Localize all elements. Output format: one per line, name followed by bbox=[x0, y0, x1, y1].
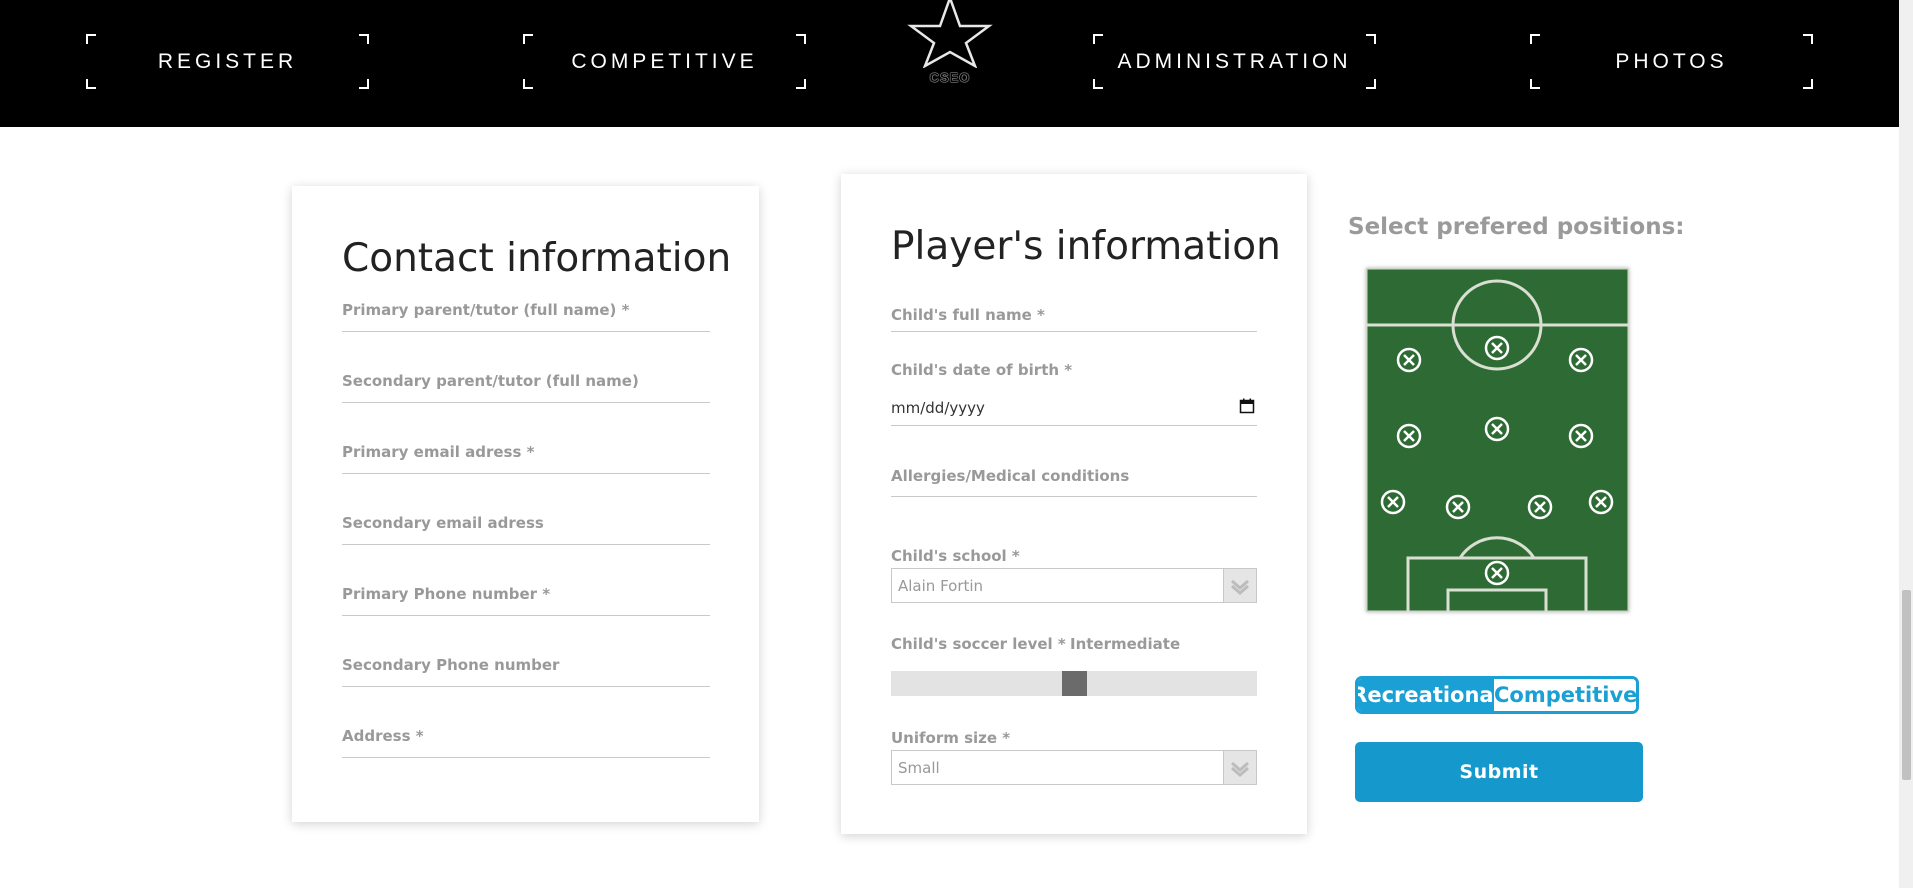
allergies-field[interactable]: Allergies/Medical conditions bbox=[891, 467, 1257, 497]
secondary-email-label: Secondary email adress bbox=[342, 514, 544, 532]
program-toggle[interactable]: Recreational Competitive bbox=[1355, 676, 1639, 714]
uniform-value: Small bbox=[898, 759, 940, 777]
star-icon bbox=[907, 0, 993, 68]
school-dropdown-arrow[interactable] bbox=[1223, 569, 1256, 602]
submit-button[interactable]: Submit bbox=[1355, 742, 1643, 802]
nav-photos[interactable]: PHOTOS bbox=[1530, 34, 1813, 89]
school-label: Child's school * bbox=[891, 547, 1020, 565]
address-field[interactable]: Address * bbox=[342, 727, 710, 758]
primary-parent-label: Primary parent/tutor (full name) * bbox=[342, 301, 630, 319]
toggle-competitive[interactable]: Competitive bbox=[1494, 679, 1636, 711]
player-card: Player's information Child's full name *… bbox=[841, 174, 1307, 834]
secondary-email-field[interactable]: Secondary email adress bbox=[342, 514, 710, 545]
dob-placeholder: mm/dd/yyyy bbox=[891, 399, 985, 417]
primary-email-label: Primary email adress * bbox=[342, 443, 535, 461]
soccer-level-slider[interactable] bbox=[891, 671, 1257, 696]
secondary-parent-label: Secondary parent/tutor (full name) bbox=[342, 372, 639, 390]
secondary-phone-field[interactable]: Secondary Phone number bbox=[342, 656, 710, 687]
level-label: Child's soccer level * bbox=[891, 635, 1066, 653]
scrollbar-thumb[interactable] bbox=[1902, 590, 1911, 780]
secondary-parent-field[interactable]: Secondary parent/tutor (full name) bbox=[342, 372, 710, 403]
nav-register-label: REGISTER bbox=[157, 49, 298, 73]
top-navigation: REGISTER COMPETITIVE CSEO ADMINISTRATION… bbox=[0, 0, 1899, 127]
uniform-select[interactable]: Small bbox=[891, 750, 1257, 785]
address-label: Address * bbox=[342, 727, 424, 745]
dob-input[interactable]: mm/dd/yyyy bbox=[891, 394, 1257, 426]
uniform-dropdown-arrow[interactable] bbox=[1223, 751, 1256, 784]
nav-administration[interactable]: ADMINISTRATION bbox=[1093, 34, 1376, 89]
pitch-graphic bbox=[1364, 266, 1631, 618]
school-value: Alain Fortin bbox=[898, 577, 984, 595]
primary-phone-field[interactable]: Primary Phone number * bbox=[342, 585, 710, 616]
nav-register[interactable]: REGISTER bbox=[86, 34, 369, 89]
nav-competitive[interactable]: COMPETITIVE bbox=[523, 34, 806, 89]
soccer-field-diagram bbox=[1364, 266, 1631, 618]
secondary-phone-label: Secondary Phone number bbox=[342, 656, 560, 674]
nav-administration-label: ADMINISTRATION bbox=[1117, 49, 1352, 73]
primary-parent-field[interactable]: Primary parent/tutor (full name) * bbox=[342, 301, 710, 332]
player-title: Player's information bbox=[891, 224, 1281, 269]
allergies-label: Allergies/Medical conditions bbox=[891, 467, 1130, 485]
slider-thumb[interactable] bbox=[1062, 671, 1087, 696]
chevron-down-icon bbox=[1231, 579, 1249, 595]
level-value: Intermediate bbox=[1070, 635, 1181, 653]
child-name-field[interactable]: Child's full name * bbox=[891, 306, 1257, 332]
nav-competitive-label: COMPETITIVE bbox=[571, 49, 758, 73]
contact-title: Contact information bbox=[342, 236, 732, 281]
site-logo[interactable]: CSEO bbox=[905, 0, 995, 92]
dob-label: Child's date of birth * bbox=[891, 361, 1073, 379]
primary-phone-label: Primary Phone number * bbox=[342, 585, 551, 603]
logo-text: CSEO bbox=[929, 70, 971, 85]
nav-photos-label: PHOTOS bbox=[1615, 49, 1728, 73]
child-name-label: Child's full name * bbox=[891, 306, 1045, 324]
primary-email-field[interactable]: Primary email adress * bbox=[342, 443, 710, 474]
chevron-down-icon bbox=[1231, 761, 1249, 777]
contact-card: Contact information Primary parent/tutor… bbox=[292, 186, 759, 822]
uniform-label: Uniform size * bbox=[891, 729, 1011, 747]
positions-title: Select prefered positions: bbox=[1348, 214, 1685, 240]
page-scrollbar[interactable] bbox=[1899, 0, 1913, 888]
calendar-icon[interactable] bbox=[1239, 398, 1255, 414]
school-select[interactable]: Alain Fortin bbox=[891, 568, 1257, 603]
toggle-recreational[interactable]: Recreational bbox=[1358, 679, 1501, 711]
